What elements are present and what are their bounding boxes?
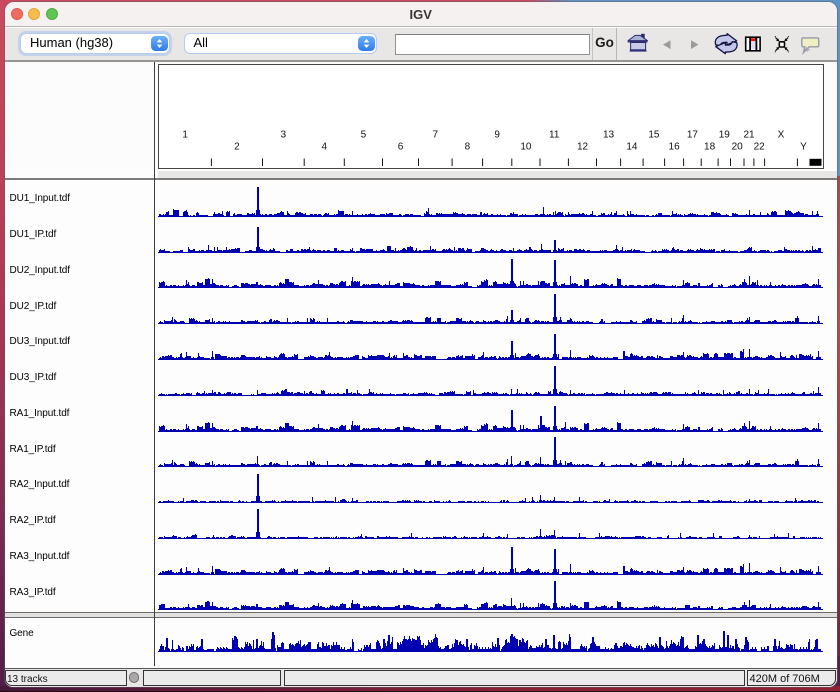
svg-text:3: 3 — [280, 130, 286, 141]
svg-text:2: 2 — [234, 142, 240, 153]
svg-text:15: 15 — [648, 130, 660, 141]
svg-text:Y: Y — [800, 142, 807, 153]
svg-text:4: 4 — [321, 142, 327, 153]
svg-text:19: 19 — [718, 130, 730, 141]
svg-text:20: 20 — [731, 142, 743, 153]
svg-text:11: 11 — [549, 130, 560, 141]
svg-text:8: 8 — [464, 142, 470, 153]
svg-text:17: 17 — [686, 130, 698, 141]
svg-text:16: 16 — [668, 142, 680, 153]
svg-text:1: 1 — [182, 130, 188, 141]
svg-text:5: 5 — [360, 130, 366, 141]
svg-text:18: 18 — [704, 142, 716, 153]
svg-text:22: 22 — [753, 142, 765, 153]
svg-text:7: 7 — [432, 130, 438, 141]
svg-text:10: 10 — [520, 142, 532, 153]
svg-text:9: 9 — [494, 130, 500, 141]
svg-text:X: X — [777, 130, 784, 141]
svg-text:12: 12 — [576, 142, 588, 153]
svg-text:6: 6 — [397, 142, 403, 153]
svg-text:13: 13 — [602, 130, 614, 141]
svg-text:14: 14 — [626, 142, 638, 153]
svg-text:21: 21 — [743, 130, 755, 141]
